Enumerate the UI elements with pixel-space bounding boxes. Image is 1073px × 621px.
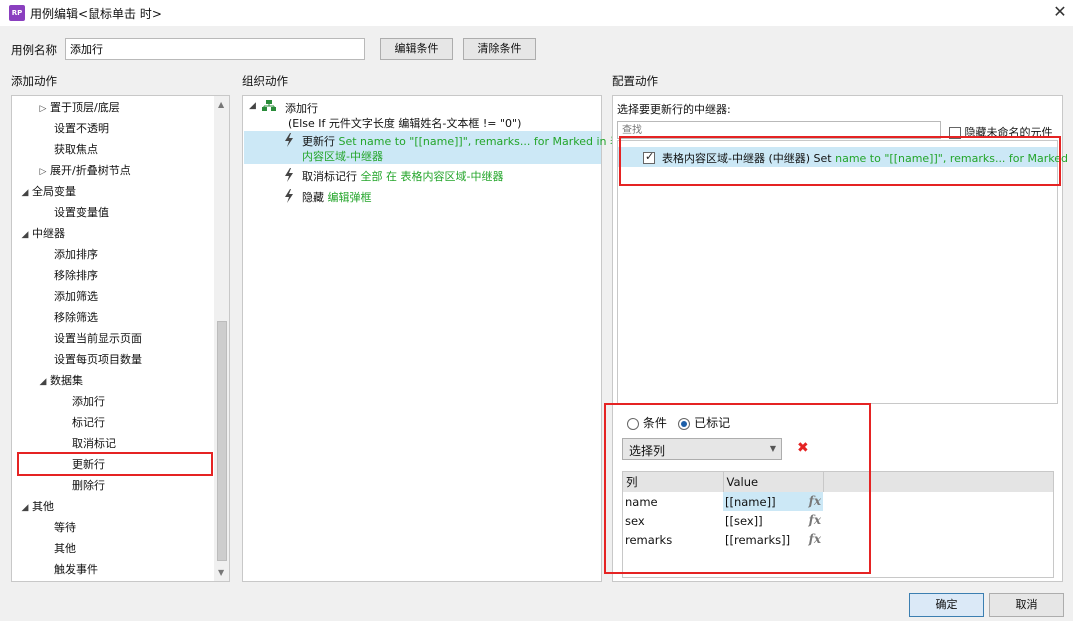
action-name: 取消标记行 [302,170,357,183]
case-icon [262,100,276,112]
cancel-button[interactable]: 取消 [989,593,1064,617]
lightning-icon [284,133,294,150]
collapse-arrow-icon[interactable]: ◢ [249,101,256,111]
tree-item-focus[interactable]: 获取焦点 [54,139,98,160]
scroll-down-arrow-icon[interactable]: ▼ [218,568,224,577]
tree-group-global-vars[interactable]: ◢ 全局变量 [18,181,76,202]
tree-item-delete-row[interactable]: 删除行 [72,475,105,496]
scroll-up-arrow-icon[interactable]: ▲ [218,100,224,109]
tree-item-wait[interactable]: 等待 [54,517,76,538]
highlight-update-row [17,452,213,476]
action-unmark-row[interactable]: 取消标记行 全部 在 表格内容区域-中继器 [244,166,601,186]
tree-item-set-page[interactable]: 设置当前显示页面 [54,328,142,349]
lightning-icon [284,189,294,206]
configure-subtitle: 选择要更新行的中继器: [617,103,731,116]
tree-item-opacity[interactable]: 设置不透明 [54,118,109,139]
highlight-config [604,403,871,574]
action-detail-line2: 内容区域-中继器 [302,150,383,163]
tree-item-add-filter[interactable]: 添加筛选 [54,286,98,307]
tree-item-add-sort[interactable]: 添加排序 [54,244,98,265]
axure-app-icon: RP [9,5,25,21]
case-condition: (Else If 元件文字长度 编辑姓名-文本框 != "0") [288,117,522,130]
left-scrollbar[interactable]: ▲ ▼ [214,96,229,581]
tree-item-set-var[interactable]: 设置变量值 [54,202,109,223]
action-name: 隐藏 [302,191,324,204]
close-icon[interactable]: ✕ [1050,2,1070,22]
expand-arrow-icon[interactable]: ▷ [36,162,50,183]
action-detail: 全部 在 表格内容区域-中继器 [360,170,504,183]
organize-action-header: 组织动作 [242,74,288,88]
tree-item-other[interactable]: 其他 [54,538,76,559]
tree-group-other[interactable]: ◢ 其他 [18,496,54,517]
action-hide[interactable]: 隐藏 编辑弹框 [244,187,601,207]
case-title[interactable]: 添加行 [285,100,318,116]
action-detail: 编辑弹框 [327,191,372,204]
tree-item-add-row[interactable]: 添加行 [72,391,105,412]
collapse-arrow-icon[interactable]: ◢ [18,498,32,519]
case-name-input[interactable] [65,38,365,60]
lightning-icon [284,168,294,185]
action-name: 更新行 [302,135,335,148]
tree-group-repeater[interactable]: ◢ 中继器 [18,223,65,244]
ok-button[interactable]: 确定 [909,593,984,617]
collapse-arrow-icon[interactable]: ◢ [18,225,32,246]
tree-item-items-per-page[interactable]: 设置每页项目数量 [54,349,142,370]
tree-item-unmark[interactable]: 取消标记 [72,433,116,454]
tree-item-remove-filter[interactable]: 移除筛选 [54,307,98,328]
edit-condition-button[interactable]: 编辑条件 [380,38,453,60]
expand-arrow-icon[interactable]: ▷ [36,99,50,120]
scroll-thumb[interactable] [217,321,227,561]
clear-condition-button[interactable]: 清除条件 [463,38,536,60]
highlight-repeater [619,136,1061,186]
organize-actions-panel: ◢ 添加行 (Else If 元件文字长度 编辑姓名-文本框 != "0") 更… [242,95,632,582]
configure-action-header: 配置动作 [612,74,658,88]
collapse-arrow-icon[interactable]: ◢ [18,183,32,204]
tree-group-dataset[interactable]: ◢ 数据集 [36,370,83,391]
window-title: 用例编辑<鼠标单击 时> [30,7,162,21]
case-name-label: 用例名称 [11,43,57,57]
action-update-row[interactable]: 更新行 Set name to "[[name]]", remarks... f… [244,131,632,164]
add-action-tree: ▷ 置于顶层/底层 设置不透明 获取焦点 ▷ 展开/折叠树节点 ◢ 全局变量 设置变量… [11,95,230,582]
tree-item-expand-tree[interactable]: ▷ 展开/折叠树节点 [36,160,131,181]
collapse-arrow-icon[interactable]: ◢ [36,372,50,393]
add-action-header: 添加动作 [11,74,57,88]
action-detail: Set name to "[[name]]", remarks... for M… [338,135,633,148]
tree-item-bring-front[interactable]: ▷ 置于顶层/底层 [36,97,120,118]
tree-item-fire-event[interactable]: 触发事件 [54,559,98,580]
tree-item-mark-row[interactable]: 标记行 [72,412,105,433]
tree-item-remove-sort[interactable]: 移除排序 [54,265,98,286]
